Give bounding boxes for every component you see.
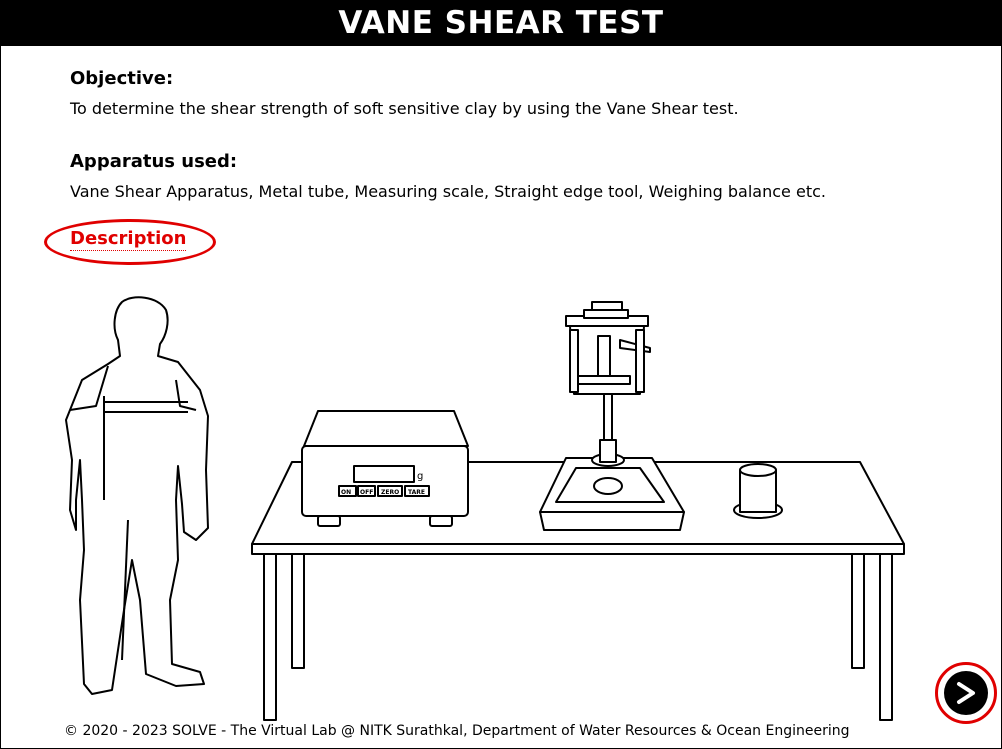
apparatus-heading: Apparatus used:: [70, 151, 238, 172]
title-bar: VANE SHEAR TEST: [0, 0, 1002, 46]
page-title: VANE SHEAR TEST: [338, 5, 664, 41]
description-link[interactable]: Description: [70, 228, 187, 251]
objective-heading: Objective:: [70, 68, 174, 89]
next-button[interactable]: [935, 662, 997, 724]
objective-text: To determine the shear strength of soft …: [70, 99, 739, 118]
metal-tube[interactable]: [733, 463, 783, 519]
weighing-balance[interactable]: [301, 410, 469, 527]
arrow-right-circle-icon: [944, 671, 988, 715]
apparatus-text: Vane Shear Apparatus, Metal tube, Measur…: [70, 182, 826, 201]
footer-copyright: © 2020 - 2023 SOLVE - The Virtual Lab @ …: [64, 723, 850, 739]
description-highlight: Description: [44, 219, 220, 269]
